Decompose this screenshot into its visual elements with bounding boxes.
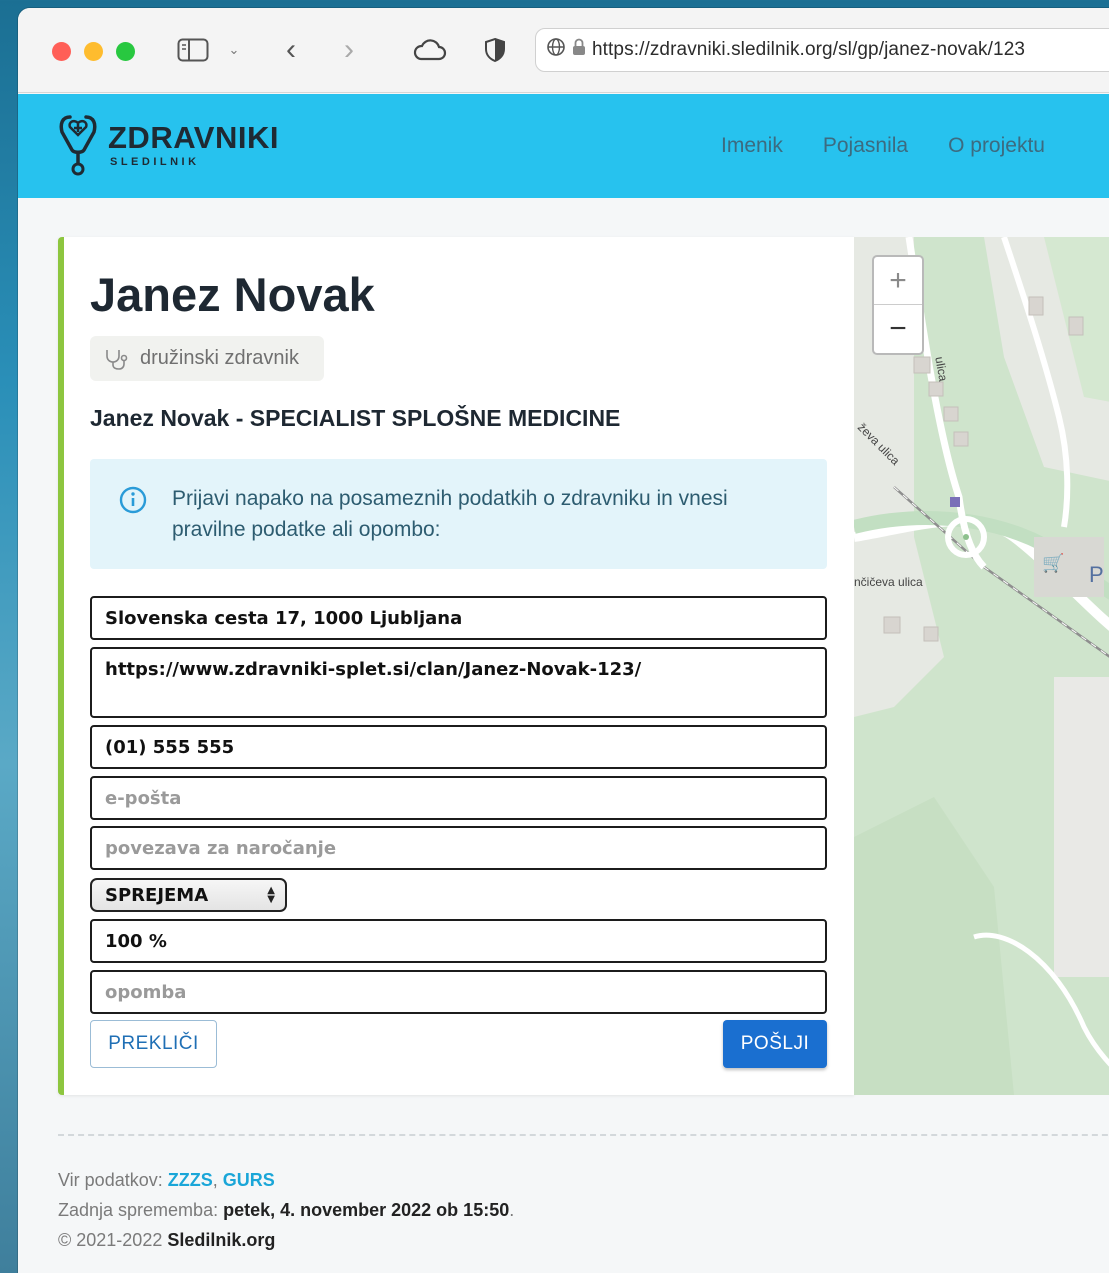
select-arrows-icon: ▲ ▼ [267, 885, 275, 905]
nav-link-o-projektu[interactable]: O projektu [948, 134, 1045, 158]
map-tiles [854, 237, 1109, 1095]
footer-copyright-text: © 2021-2022 [58, 1230, 168, 1250]
close-window-button[interactable] [52, 42, 71, 61]
site-header: ZDRAVNIKI SLEDILNIK Imenik Pojasnila O p… [18, 94, 1109, 198]
footer-source: Vir podatkov: ZZZS, GURS [58, 1165, 514, 1195]
globe-icon [546, 37, 566, 63]
footer: Vir podatkov: ZZZS, GURS Zadnja sprememb… [58, 1165, 514, 1255]
logo-title: ZDRAVNIKI [108, 120, 279, 155]
zoom-out-button[interactable]: − [874, 305, 922, 353]
accepts-select-value: SPREJEMA [105, 884, 209, 906]
footer-source-label: Vir podatkov: [58, 1170, 168, 1190]
logo-subtitle: SLEDILNIK [110, 156, 200, 168]
main-nav: Imenik Pojasnila O projektu [721, 134, 1045, 158]
doctor-name: Janez Novak [90, 268, 375, 321]
booking-link-input[interactable] [90, 826, 827, 870]
footer-updated: Zadnja sprememba: petek, 4. november 202… [58, 1195, 514, 1225]
load-input[interactable] [90, 919, 827, 963]
maximize-window-button[interactable] [116, 42, 135, 61]
browser-window: ⌄ ‹ › https://zdravniki.sledilnik.org/sl… [18, 8, 1109, 1273]
nav-link-pojasnila[interactable]: Pojasnila [823, 134, 908, 158]
doctor-card: Janez Novak družinski zdravnik Janez Nov… [58, 237, 854, 1095]
info-icon [119, 486, 147, 514]
info-text: Prijavi napako na posameznih podatkih o … [172, 487, 728, 541]
footer-source-separator: , [212, 1170, 223, 1190]
nav-link-imenik[interactable]: Imenik [721, 134, 783, 158]
zoom-in-button[interactable]: + [874, 257, 922, 305]
browser-toolbar: ⌄ ‹ › https://zdravniki.sledilnik.org/sl… [18, 8, 1109, 93]
doctor-type-badge: družinski zdravnik [90, 336, 324, 381]
footer-copyright-org[interactable]: Sledilnik.org [167, 1230, 275, 1250]
map-street-label: nčičeva ulica [854, 575, 923, 589]
cloud-icon[interactable] [410, 34, 450, 66]
lock-icon [572, 38, 586, 62]
chevron-down-icon[interactable]: ⌄ [224, 34, 244, 66]
accepts-select[interactable]: SPREJEMA ▲ ▼ [90, 878, 287, 912]
doctor-subtitle: Janez Novak - SPECIALIST SPLOŠNE MEDICIN… [90, 405, 621, 431]
footer-updated-end: . [509, 1200, 515, 1220]
back-icon[interactable]: ‹ [276, 33, 306, 66]
map-zoom-control: + − [872, 255, 924, 355]
doctor-type-label: družinski zdravnik [140, 347, 299, 369]
stethoscope-logo-icon [59, 115, 97, 176]
stethoscope-icon [106, 349, 128, 370]
footer-updated-label: Zadnja sprememba: [58, 1200, 224, 1220]
footer-link-gurs[interactable]: GURS [223, 1170, 275, 1190]
website-input[interactable]: https://www.zdravniki-splet.si/clan/Jane… [90, 647, 827, 718]
footer-copyright: © 2021-2022 Sledilnik.org [58, 1225, 514, 1255]
send-button[interactable]: POŠLJI [723, 1020, 827, 1068]
footer-divider [58, 1134, 1109, 1136]
footer-updated-value: petek, 4. november 2022 ob 15:50 [223, 1200, 510, 1220]
minimize-window-button[interactable] [84, 42, 103, 61]
url-text: https://zdravniki.sledilnik.org/sl/gp/ja… [592, 39, 1026, 60]
address-input[interactable] [90, 596, 827, 640]
phone-input[interactable] [90, 725, 827, 769]
cancel-button[interactable]: PREKLIČI [90, 1020, 217, 1068]
address-bar[interactable]: https://zdravniki.sledilnik.org/sl/gp/ja… [535, 28, 1109, 72]
info-alert: Prijavi napako na posameznih podatkih o … [90, 459, 827, 569]
sidebar-toggle-icon[interactable] [176, 34, 210, 66]
email-input[interactable] [90, 776, 827, 820]
map-parking-label: P [1089, 562, 1104, 587]
forward-icon[interactable]: › [334, 33, 364, 66]
note-input[interactable] [90, 970, 827, 1014]
map[interactable]: ulica ževa ulica nčičeva ulica 🛒 P + − [854, 237, 1109, 1095]
map-shop-icon: 🛒 [1042, 553, 1065, 573]
footer-link-zzzs[interactable]: ZZZS [168, 1170, 213, 1190]
shield-icon[interactable] [480, 34, 510, 66]
site-logo[interactable]: ZDRAVNIKI SLEDILNIK [56, 112, 279, 176]
